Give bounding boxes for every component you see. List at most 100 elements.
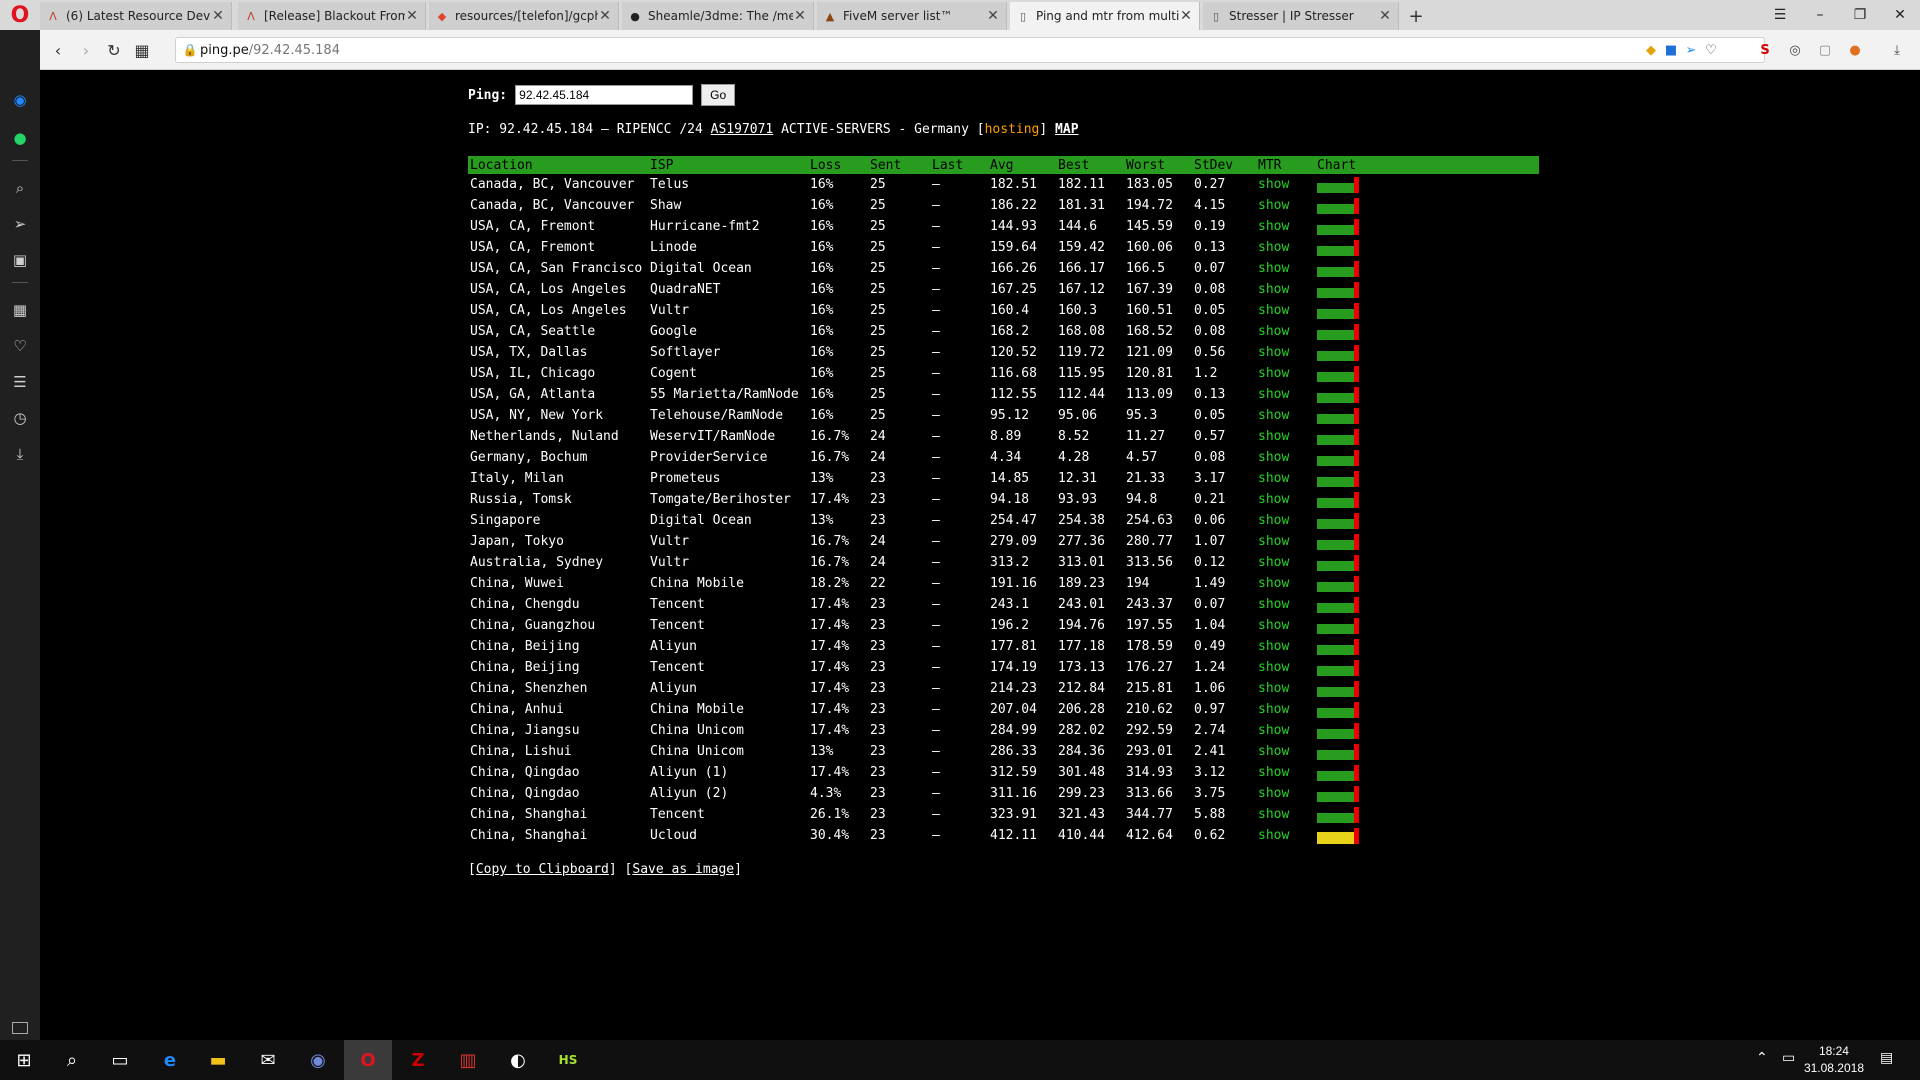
whatsapp-icon[interactable]: ●: [8, 126, 32, 150]
mail-icon[interactable]: ✉: [244, 1040, 292, 1080]
opera-logo-icon[interactable]: O: [0, 0, 40, 30]
hs-app-icon[interactable]: HS: [544, 1040, 592, 1080]
tray-chevron-icon[interactable]: ⌃: [1756, 1050, 1768, 1066]
close-tab-icon[interactable]: ✕: [211, 8, 225, 24]
go-button[interactable]: Go: [701, 84, 736, 106]
mtr-show-link[interactable]: show: [1258, 261, 1289, 276]
discord-icon[interactable]: ◉: [294, 1040, 342, 1080]
tab-5[interactable]: ▲ FiveM server list™ ✕: [817, 2, 1007, 30]
mtr-show-link[interactable]: show: [1258, 387, 1289, 402]
vpn-badge-icon[interactable]: ■: [1660, 39, 1682, 61]
mtr-show-link[interactable]: show: [1258, 660, 1289, 675]
speed-dial-icon[interactable]: ▦: [8, 298, 32, 322]
cell-best: 115.95: [1058, 366, 1105, 381]
file-explorer-icon[interactable]: ▬: [194, 1040, 242, 1080]
winrar-icon[interactable]: ▥: [444, 1040, 492, 1080]
mtr-show-link[interactable]: show: [1258, 408, 1289, 423]
send-icon[interactable]: ➢: [8, 212, 32, 236]
mtr-show-link[interactable]: show: [1258, 282, 1289, 297]
minimize-icon[interactable]: –: [1800, 0, 1840, 30]
restore-icon[interactable]: ❐: [1840, 0, 1880, 30]
steam-icon[interactable]: ◐: [494, 1040, 542, 1080]
close-tab-icon[interactable]: ✕: [598, 8, 612, 24]
camera-icon[interactable]: ▣: [8, 248, 32, 272]
mtr-show-link[interactable]: show: [1258, 450, 1289, 465]
mtr-show-link[interactable]: show: [1258, 786, 1289, 801]
reload-icon[interactable]: ↻: [102, 38, 126, 62]
mtr-show-link[interactable]: show: [1258, 303, 1289, 318]
mtr-show-link[interactable]: show: [1258, 744, 1289, 759]
tab-1[interactable]: Λ (6) Latest Resource Develo✕: [40, 2, 232, 30]
tabs-grid-icon[interactable]: ▦: [130, 38, 154, 62]
close-tab-icon[interactable]: ✕: [986, 8, 1000, 24]
mtr-show-link[interactable]: show: [1258, 429, 1289, 444]
mtr-show-link[interactable]: show: [1258, 471, 1289, 486]
download-icon[interactable]: ⤓: [8, 442, 32, 466]
new-tab-button[interactable]: +: [1403, 2, 1429, 30]
tab-4[interactable]: ● Sheamle/3dme: The /me c ✕: [622, 2, 814, 30]
mtr-show-link[interactable]: show: [1258, 702, 1289, 717]
close-tab-icon[interactable]: ✕: [1179, 8, 1193, 24]
mtr-show-link[interactable]: show: [1258, 681, 1289, 696]
mtr-show-link[interactable]: show: [1258, 618, 1289, 633]
save-as-image-link[interactable]: Save as image: [632, 862, 734, 877]
close-window-icon[interactable]: ✕: [1880, 0, 1920, 30]
news-icon[interactable]: ☰: [8, 370, 32, 394]
mtr-show-link[interactable]: show: [1258, 534, 1289, 549]
filezilla-icon[interactable]: Z: [394, 1040, 442, 1080]
url-field[interactable]: 🔒 ping.pe/92.42.45.184: [175, 37, 1765, 63]
close-tab-icon[interactable]: ✕: [793, 8, 807, 24]
tab-6[interactable]: ▯ Ping and mtr from multipl ✕: [1010, 2, 1200, 30]
close-tab-icon[interactable]: ✕: [405, 8, 419, 24]
mtr-show-link[interactable]: show: [1258, 513, 1289, 528]
tab-2[interactable]: Λ [Release] Blackout From V✕: [238, 2, 426, 30]
send-arrow-icon[interactable]: ➢: [1680, 39, 1702, 61]
mtr-show-link[interactable]: show: [1258, 723, 1289, 738]
mtr-show-link[interactable]: show: [1258, 828, 1289, 843]
tab-3[interactable]: ◆ resources/[telefon]/gcpho ✕: [429, 2, 619, 30]
windows-start-icon[interactable]: ⊞: [0, 1040, 48, 1080]
mtr-show-link[interactable]: show: [1258, 345, 1289, 360]
notifications-icon[interactable]: ▤: [1880, 1050, 1893, 1066]
mtr-show-link[interactable]: show: [1258, 177, 1289, 192]
forward-icon[interactable]: ›: [74, 38, 98, 62]
edge-icon[interactable]: e: [146, 1040, 194, 1080]
mtr-show-link[interactable]: show: [1258, 576, 1289, 591]
mtr-show-link[interactable]: show: [1258, 765, 1289, 780]
mtr-show-link[interactable]: show: [1258, 807, 1289, 822]
mtr-show-link[interactable]: show: [1258, 198, 1289, 213]
mtr-show-link[interactable]: show: [1258, 219, 1289, 234]
mtr-show-link[interactable]: show: [1258, 555, 1289, 570]
heart-icon[interactable]: ♡: [8, 334, 32, 358]
tab-menu-icon[interactable]: ☰: [1760, 0, 1800, 30]
sidebar-toggle-icon[interactable]: [12, 1022, 28, 1034]
mtr-show-link[interactable]: show: [1258, 240, 1289, 255]
ping-input[interactable]: [515, 85, 694, 105]
extension-icon[interactable]: ◆: [1640, 39, 1662, 61]
network-icon[interactable]: ▭: [1782, 1050, 1795, 1066]
close-tab-icon[interactable]: ✕: [1378, 8, 1392, 24]
map-link[interactable]: MAP: [1055, 122, 1078, 137]
copy-to-clipboard-link[interactable]: Copy to Clipboard: [476, 862, 609, 877]
asn-link[interactable]: AS197071: [711, 122, 774, 137]
mtr-show-link[interactable]: show: [1258, 492, 1289, 507]
task-view-icon[interactable]: ▭: [96, 1040, 144, 1080]
downloads-icon[interactable]: ⤓: [1886, 39, 1908, 61]
search-icon[interactable]: ⌕: [48, 1040, 96, 1080]
mtr-show-link[interactable]: show: [1258, 639, 1289, 654]
search-icon[interactable]: ⌕: [8, 176, 32, 200]
mtr-show-link[interactable]: show: [1258, 324, 1289, 339]
opera-taskbar-icon[interactable]: O: [344, 1040, 392, 1080]
github-ext-icon[interactable]: ◎: [1784, 39, 1806, 61]
messenger-icon[interactable]: ◉: [8, 88, 32, 112]
mtr-show-link[interactable]: show: [1258, 366, 1289, 381]
mtr-show-link[interactable]: show: [1258, 597, 1289, 612]
extension-orange-icon[interactable]: ●: [1844, 39, 1866, 61]
history-icon[interactable]: ◷: [8, 406, 32, 430]
clock[interactable]: 18:24 31.08.2018: [1804, 1043, 1864, 1077]
back-icon[interactable]: ‹: [46, 38, 70, 62]
extension-gray-icon[interactable]: ▢: [1814, 39, 1836, 61]
extension-s-icon[interactable]: S: [1754, 39, 1776, 61]
tab-7[interactable]: ▯ Stresser | IP Stresser ✕: [1203, 2, 1399, 30]
bookmark-heart-icon[interactable]: ♡: [1700, 39, 1722, 61]
